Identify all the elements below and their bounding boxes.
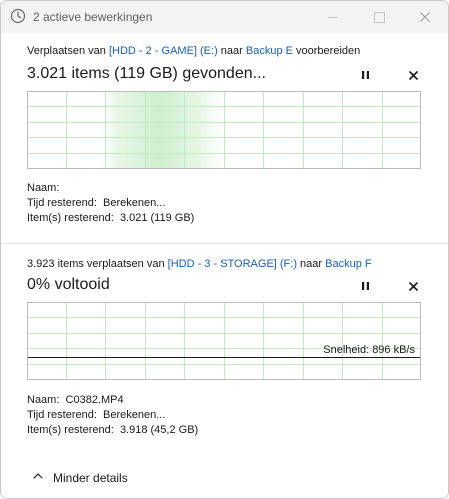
fewer-details-button[interactable]: Minder details — [23, 463, 143, 491]
time-remaining-label: Tijd resterend: — [27, 409, 97, 421]
pause-icon — [361, 282, 369, 290]
source-link[interactable]: [HDD - 2 - GAME] (E:) — [109, 45, 218, 57]
cancel-operation-button[interactable] — [405, 67, 421, 83]
name-label: Naam: — [27, 394, 60, 406]
operation-details: Naam: C0382.MP4 Tijd resterend: Berekene… — [27, 393, 198, 438]
speed-label: Snelheid: 896 kB/s — [323, 344, 415, 356]
pause-button[interactable] — [357, 278, 373, 294]
chevron-up-icon — [33, 473, 43, 479]
title-bar[interactable]: 2 actieve bewerkingen — [1, 1, 448, 33]
operation-details: Naam: Tijd resterend: Berekenen... Item(… — [27, 181, 194, 226]
pause-icon — [361, 71, 369, 79]
window-title: 2 actieve bewerkingen — [33, 10, 153, 24]
description-prefix: 3.923 items verplaatsen van — [27, 258, 168, 270]
operation-panel-1: Verplaatsen van [HDD - 2 - GAME] (E:) na… — [1, 33, 448, 243]
time-remaining-row: Tijd resterend: Berekenen... — [27, 408, 198, 423]
maximize-button[interactable] — [356, 1, 402, 33]
time-remaining-value: Berekenen... — [103, 409, 166, 421]
graph-activity-band — [95, 91, 235, 169]
items-remaining-row: Item(s) resterend: 3.918 (45,2 GB) — [27, 423, 198, 438]
items-remaining-label: Item(s) resterend: — [27, 424, 114, 436]
close-window-button[interactable] — [402, 1, 448, 33]
description-suffix: voorbereiden — [292, 45, 361, 57]
pause-button[interactable] — [357, 67, 373, 83]
name-row: Naam: — [27, 181, 194, 196]
operation-status: 0% voltooid — [27, 276, 110, 293]
close-icon — [408, 281, 418, 291]
name-label: Naam: — [27, 182, 60, 194]
description-mid: naar — [217, 45, 246, 57]
progress-graph: Snelheid: 896 kB/s — [27, 302, 421, 380]
source-link[interactable]: [HDD - 3 - STORAGE] (F:) — [168, 258, 297, 270]
maximize-icon — [373, 11, 385, 23]
destination-link[interactable]: Backup E — [246, 45, 293, 57]
minimize-icon — [328, 16, 338, 18]
close-icon — [408, 70, 418, 80]
graph-grid — [27, 302, 421, 380]
operation-status: 3.021 items (119 GB) gevonden... — [27, 65, 266, 82]
items-remaining-value: 3.021 (119 GB) — [119, 212, 195, 224]
close-icon — [420, 12, 430, 22]
progress-graph — [27, 91, 421, 169]
description-prefix: Verplaatsen van — [27, 45, 109, 57]
name-row: Naam: C0382.MP4 — [27, 393, 198, 408]
operation-panel-2: 3.923 items verplaatsen van [HDD - 3 - S… — [1, 244, 448, 457]
description-mid: naar — [297, 258, 326, 270]
items-remaining-label: Item(s) resterend: — [27, 212, 114, 224]
clock-icon — [10, 8, 26, 24]
operation-description: Verplaatsen van [HDD - 2 - GAME] (E:) na… — [27, 45, 360, 57]
items-remaining-value: 3.918 (45,2 GB) — [119, 424, 199, 436]
file-operation-dialog: 2 actieve bewerkingen Verplaatsen van [H… — [0, 0, 449, 499]
time-remaining-label: Tijd resterend: — [27, 197, 97, 209]
destination-link[interactable]: Backup F — [325, 258, 371, 270]
cancel-operation-button[interactable] — [405, 278, 421, 294]
footer: Minder details — [1, 457, 448, 498]
graph-grid — [27, 91, 421, 169]
name-value: C0382.MP4 — [65, 394, 124, 406]
minimize-button[interactable] — [310, 1, 356, 33]
time-remaining-row: Tijd resterend: Berekenen... — [27, 196, 194, 211]
items-remaining-row: Item(s) resterend: 3.021 (119 GB) — [27, 211, 194, 226]
time-remaining-value: Berekenen... — [103, 197, 166, 209]
fewer-details-label: Minder details — [53, 471, 128, 485]
operation-description: 3.923 items verplaatsen van [HDD - 3 - S… — [27, 258, 372, 270]
